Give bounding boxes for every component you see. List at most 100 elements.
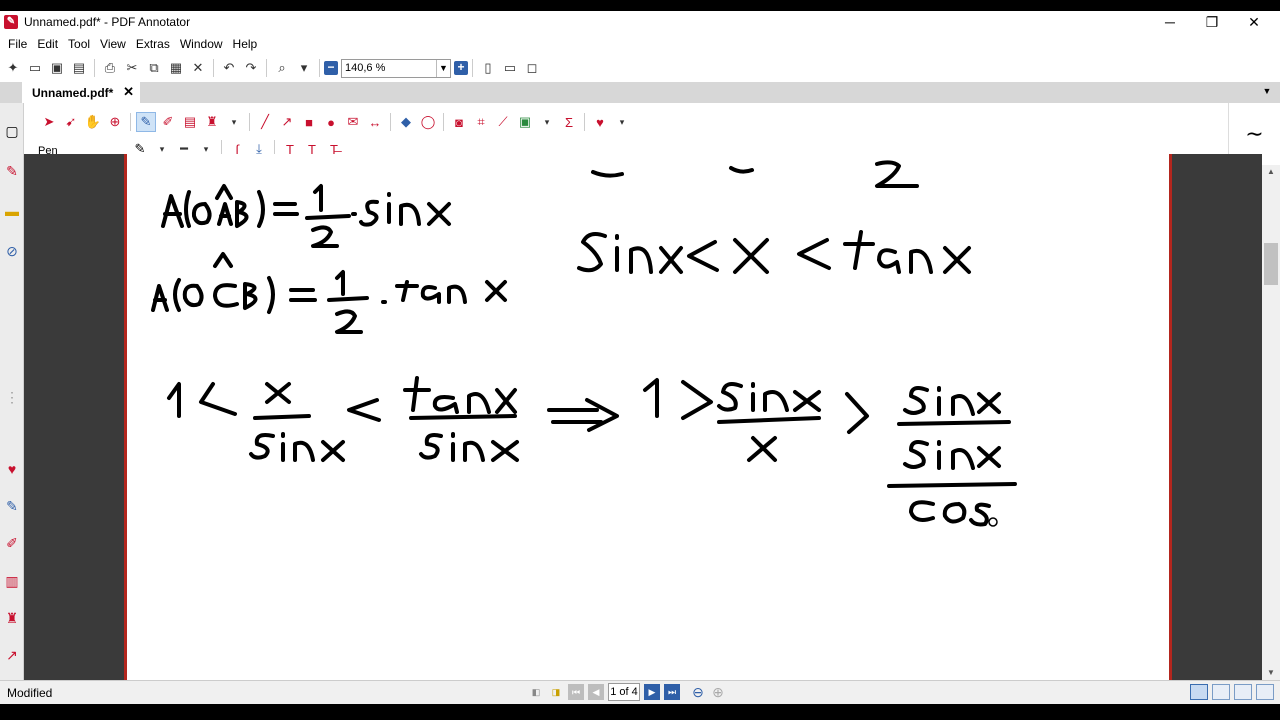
crop-icon[interactable]: ⌗ — [472, 113, 490, 131]
favorites-heart-icon[interactable]: ♥ — [4, 461, 20, 477]
stamp-icon[interactable]: ♜ — [4, 610, 20, 626]
select-text-icon[interactable]: ➹ — [62, 113, 80, 131]
last-page-button[interactable]: ⏭ — [664, 684, 680, 700]
chevron-down-icon[interactable]: ▾ — [225, 113, 243, 131]
continuous-view-icon[interactable] — [1212, 684, 1230, 700]
zoom-in-button[interactable]: + — [454, 61, 468, 75]
stamp-tool-icon[interactable]: ♜ — [203, 113, 221, 131]
close-window-button[interactable]: ✕ — [1232, 11, 1276, 33]
camera-icon[interactable]: ◙ — [450, 113, 468, 131]
zoom-tool-icon[interactable]: ⊕ — [106, 113, 124, 131]
menu-extras[interactable]: Extras — [136, 37, 170, 51]
pdf-page[interactable] — [124, 154, 1172, 680]
scroll-up-arrow-icon[interactable]: ▲ — [1262, 165, 1280, 179]
next-view-icon[interactable]: ◨ — [548, 684, 564, 700]
highlighter-icon[interactable]: ✐ — [4, 535, 20, 551]
menu-file[interactable]: File — [8, 37, 27, 51]
envelope-icon[interactable]: ✉ — [344, 113, 362, 131]
grid-view-icon[interactable] — [1256, 684, 1274, 700]
toolbar-divider — [472, 59, 473, 77]
restore-button[interactable]: ❐ — [1190, 11, 1234, 33]
document-status: Modified — [7, 686, 53, 700]
tab-list-dropdown-icon[interactable]: ▼ — [1260, 86, 1274, 100]
zoom-value: 140,6 % — [345, 62, 386, 74]
lasso-icon[interactable]: ◯ — [419, 113, 437, 131]
highlighter-pen-icon[interactable]: ✐ — [159, 113, 177, 131]
pen-icon[interactable]: ✎ — [136, 112, 156, 132]
chart-icon[interactable]: ▥ — [4, 573, 20, 589]
attachment-icon[interactable]: ⊘ — [4, 243, 20, 259]
page-thumbnail-icon[interactable]: ▢ — [4, 123, 20, 139]
minimize-button[interactable]: ─ — [1148, 11, 1192, 33]
document-tab-strip: Unnamed.pdf* ✕ ▼ — [0, 82, 1280, 103]
insert-image-icon[interactable]: ▣ — [516, 113, 534, 131]
scroll-down-arrow-icon[interactable]: ▼ — [1262, 666, 1280, 680]
next-page-button[interactable]: ▶ — [644, 684, 660, 700]
single-page-view-icon[interactable] — [1190, 684, 1208, 700]
menu-tool[interactable]: Tool — [68, 37, 90, 51]
zoom-select[interactable]: 140,6 % ▼ — [341, 58, 451, 78]
chevron-down-icon[interactable]: ▾ — [613, 113, 631, 131]
ruler-icon[interactable]: ⟋ — [494, 113, 512, 131]
fit-width-icon[interactable]: ▭ — [501, 59, 519, 77]
toolbar-divider — [130, 113, 131, 131]
two-page-view-icon[interactable] — [1234, 684, 1252, 700]
splitter-grip-icon[interactable]: ⋮ — [4, 389, 20, 405]
save-as-icon[interactable]: ▤ — [70, 59, 88, 77]
delete-icon[interactable]: ✕ — [189, 59, 207, 77]
chevron-down-icon[interactable]: ▾ — [538, 113, 556, 131]
back-navigation-icon[interactable]: ⊖ — [690, 684, 706, 700]
print-icon[interactable]: ⎙ — [101, 59, 119, 77]
copy-icon[interactable]: ⧉ — [145, 59, 163, 77]
forward-navigation-icon[interactable]: ⊕ — [710, 684, 726, 700]
zoom-out-button[interactable]: − — [324, 61, 338, 75]
paste-icon[interactable]: ▦ — [167, 59, 185, 77]
menu-window[interactable]: Window — [180, 37, 223, 51]
new-document-icon[interactable]: ✦ — [4, 59, 22, 77]
menu-help[interactable]: Help — [233, 37, 258, 51]
save-icon[interactable]: ▣ — [48, 59, 66, 77]
open-folder-icon[interactable]: ▭ — [26, 59, 44, 77]
cut-off-digits — [591, 160, 919, 188]
marker-icon[interactable]: ✎ — [4, 163, 20, 179]
folder-icon[interactable]: ▬ — [4, 203, 20, 219]
chevron-down-icon[interactable]: ▼ — [436, 59, 450, 77]
fit-page-icon[interactable]: ▯ — [479, 59, 497, 77]
first-page-button[interactable]: ⏮ — [568, 684, 584, 700]
close-tab-icon[interactable]: ✕ — [123, 84, 134, 100]
previous-view-icon[interactable]: ◧ — [528, 684, 544, 700]
scrollbar-thumb[interactable] — [1264, 243, 1278, 285]
arrow-tool-icon[interactable]: ↗ — [4, 647, 20, 663]
window-title: Unnamed.pdf* - PDF Annotator — [24, 15, 191, 29]
equation-area-ocb — [151, 252, 507, 334]
text-box-icon[interactable]: ▤ — [181, 113, 199, 131]
rectangle-tool-icon[interactable]: ■ — [300, 113, 318, 131]
previous-page-button[interactable]: ◀ — [588, 684, 604, 700]
measure-icon[interactable]: ↔ — [366, 113, 384, 131]
page-number-field[interactable]: 1 of 4 — [608, 683, 640, 701]
favorites-heart-icon[interactable]: ♥ — [591, 113, 609, 131]
document-canvas[interactable] — [24, 154, 1262, 680]
undo-icon[interactable]: ↶ — [220, 59, 238, 77]
app-window: ✎ Unnamed.pdf* - PDF Annotator ─ ❐ ✕ Fil… — [0, 11, 1280, 704]
fullscreen-icon[interactable]: ◻ — [523, 59, 541, 77]
zoom-options-icon[interactable]: ▾ — [295, 59, 313, 77]
find-icon[interactable]: ⌕ — [273, 59, 291, 77]
document-tab[interactable]: Unnamed.pdf* ✕ — [22, 82, 140, 103]
vertical-scrollbar[interactable]: ▲ ▼ — [1262, 165, 1280, 680]
select-arrow-icon[interactable]: ➤ — [40, 113, 58, 131]
cut-icon[interactable]: ✂ — [123, 59, 141, 77]
menu-bar: File Edit Tool View Extras Window Help — [0, 33, 1280, 54]
menu-view[interactable]: View — [100, 37, 126, 51]
hand-pan-icon[interactable]: ✋ — [84, 113, 102, 131]
arrow-line-icon[interactable]: ↗ — [278, 113, 296, 131]
pen-tool-icon[interactable]: ✎ — [4, 498, 20, 514]
line-tool-icon[interactable]: ╱ — [256, 113, 274, 131]
sigma-icon[interactable]: Σ — [560, 113, 578, 131]
eraser-icon[interactable]: ◆ — [397, 113, 415, 131]
redo-icon[interactable]: ↷ — [242, 59, 260, 77]
equation-area-oab — [161, 184, 451, 248]
ellipse-tool-icon[interactable]: ● — [322, 113, 340, 131]
menu-edit[interactable]: Edit — [37, 37, 58, 51]
status-bar: Modified ◧ ◨ ⏮ ◀ 1 of 4 ▶ ⏭ ⊖ ⊕ — [0, 680, 1280, 704]
